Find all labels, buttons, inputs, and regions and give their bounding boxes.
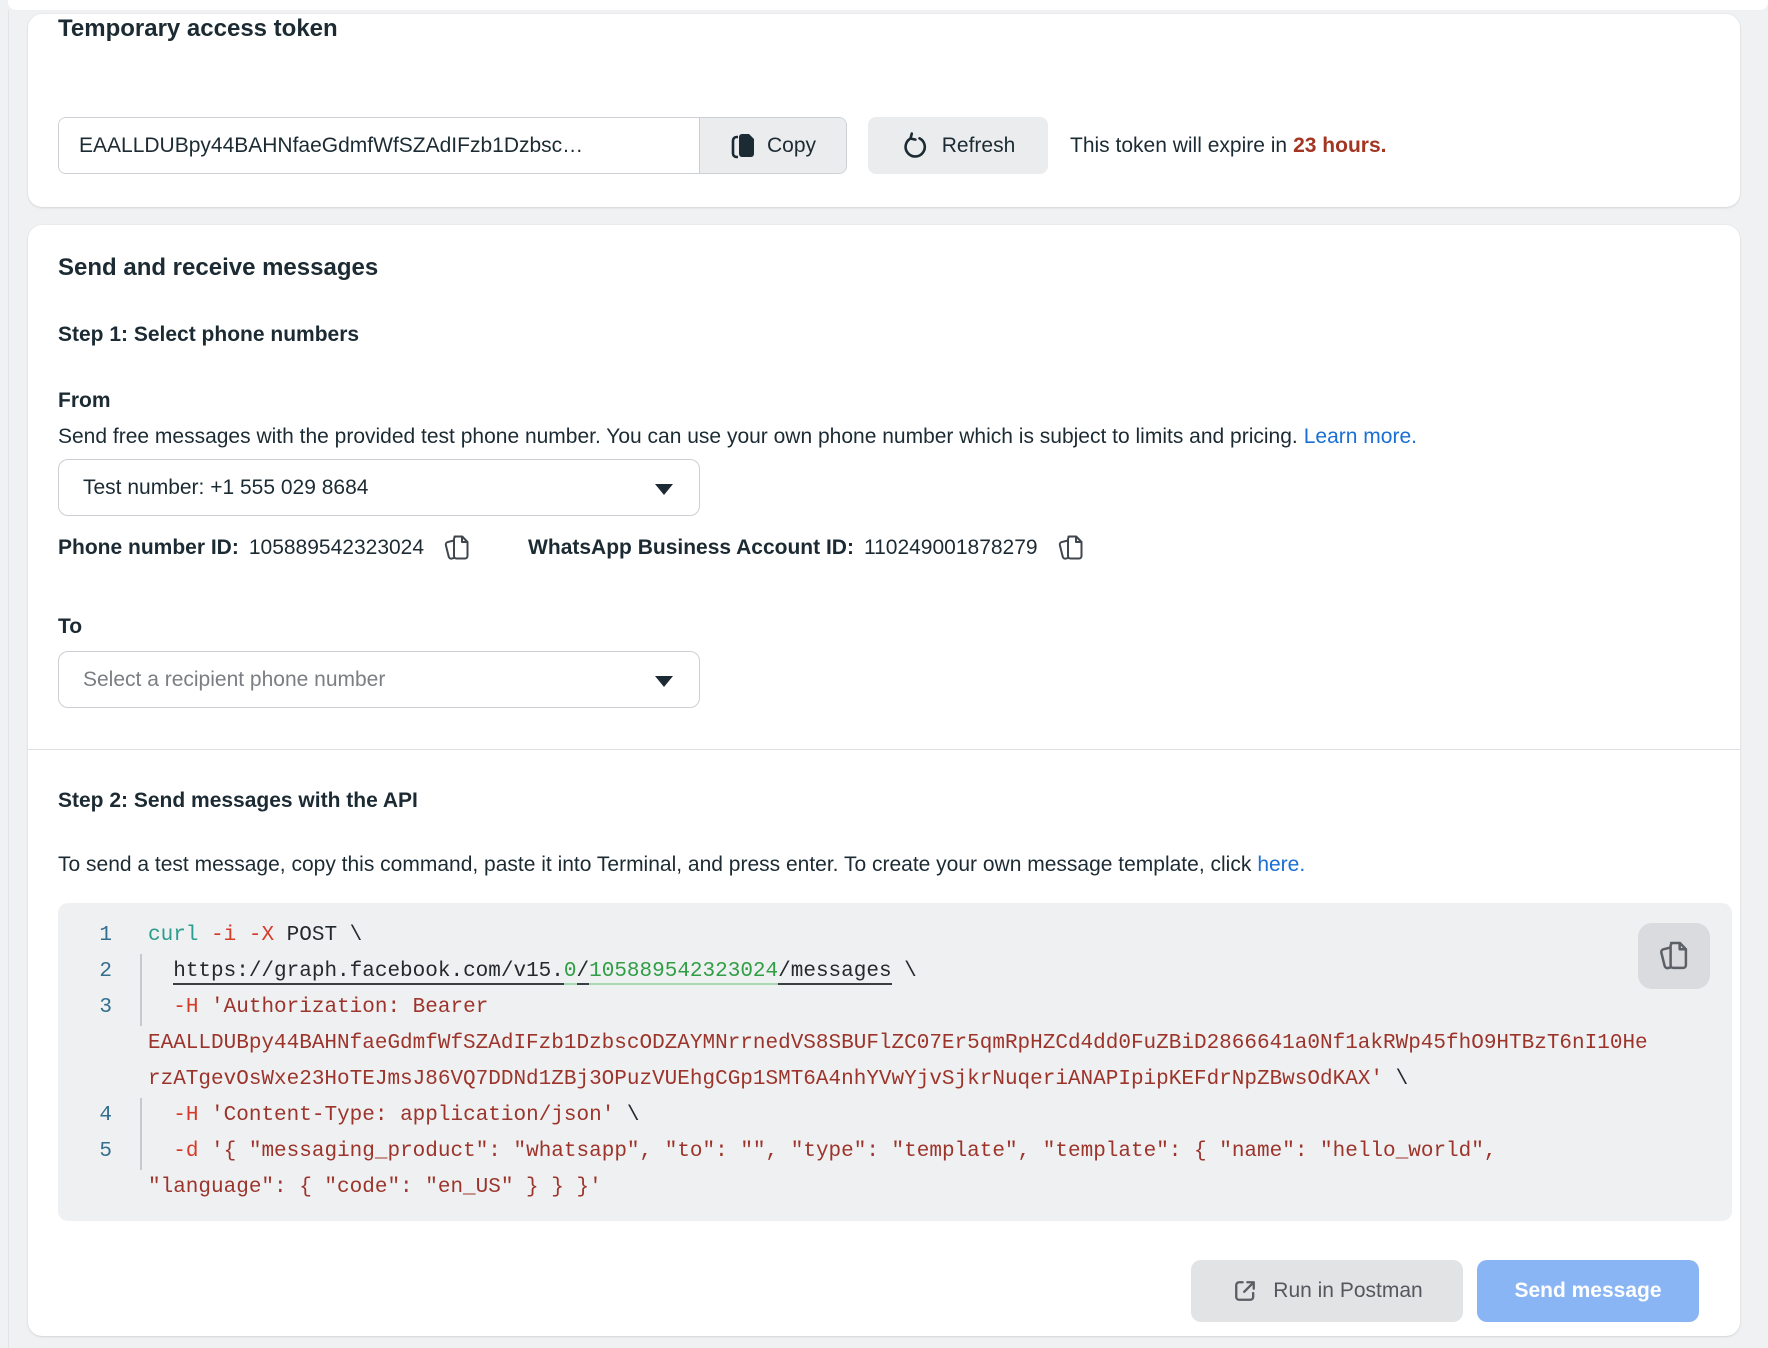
to-label: To xyxy=(58,613,82,641)
token-expiry-value: 23 hours. xyxy=(1293,134,1386,157)
copy-token-button[interactable]: Copy xyxy=(699,118,846,173)
refresh-button-label: Refresh xyxy=(942,134,1016,158)
step1-heading: Step 1: Select phone numbers xyxy=(58,321,359,349)
access-token-field[interactable]: EAALLDUBpy44BAHNfaeGdmfWfSZAdIFzb1Dzbsc… xyxy=(59,118,699,173)
waba-id-value: 110249001878279 xyxy=(864,536,1038,560)
copy-button-label: Copy xyxy=(767,134,816,158)
previous-card-edge xyxy=(8,0,1768,10)
phone-number-id-value: 105889542323024 xyxy=(249,536,424,560)
external-link-icon xyxy=(1231,1277,1259,1305)
token-input-group: EAALLDUBpy44BAHNfaeGdmfWfSZAdIFzb1Dzbsc…… xyxy=(58,117,847,174)
code-line: 4 -H 'Content-Type: application/json' \ xyxy=(58,1098,1732,1134)
phone-number-id-label: Phone number ID: xyxy=(58,536,239,560)
messages-card-title: Send and receive messages xyxy=(58,253,378,283)
copy-phone-number-id-button[interactable] xyxy=(442,533,472,563)
refresh-icon xyxy=(901,132,929,160)
chevron-down-icon xyxy=(655,484,673,495)
from-number-dropdown[interactable]: Test number: +1 555 029 8684 xyxy=(58,459,700,516)
from-label: From xyxy=(58,387,111,415)
here-link[interactable]: here. xyxy=(1257,853,1305,876)
token-card-title: Temporary access token xyxy=(58,14,338,44)
code-line: 3 -H 'Authorization: Bearer xyxy=(58,990,1732,1026)
phone-ids-row: Phone number ID: 105889542323024 WhatsAp… xyxy=(58,531,1086,565)
waba-id-label: WhatsApp Business Account ID: xyxy=(528,536,854,560)
copy-icon xyxy=(1657,939,1691,973)
code-line: rzATgevOsWxe23HoTEJmsJ86VQ7DDNd1ZBj3OPuz… xyxy=(58,1062,1732,1098)
to-number-dropdown[interactable]: Select a recipient phone number xyxy=(58,651,700,708)
step2-heading: Step 2: Send messages with the API xyxy=(58,787,418,815)
refresh-token-button[interactable]: Refresh xyxy=(868,117,1048,174)
step2-description: To send a test message, copy this comman… xyxy=(58,851,1305,879)
copy-icon xyxy=(730,132,756,160)
code-line: "language": { "code": "en_US" } } }' xyxy=(58,1170,1732,1206)
code-lines: 1curl -i -X POST \2 https://graph.facebo… xyxy=(58,918,1732,1206)
run-in-postman-label: Run in Postman xyxy=(1273,1279,1422,1303)
curl-command-code-block: 1curl -i -X POST \2 https://graph.facebo… xyxy=(58,903,1732,1221)
from-description: Send free messages with the provided tes… xyxy=(58,423,1417,451)
copy-code-button[interactable] xyxy=(1638,923,1710,989)
send-message-button[interactable]: Send message xyxy=(1477,1260,1699,1322)
code-line: 2 https://graph.facebook.com/v15.0/10588… xyxy=(58,954,1732,990)
copy-waba-id-button[interactable] xyxy=(1056,533,1086,563)
run-in-postman-button[interactable]: Run in Postman xyxy=(1191,1260,1463,1322)
token-expiry-text: This token will expire in23 hours. xyxy=(1070,117,1386,174)
page-left-edge xyxy=(8,10,9,1348)
learn-more-link[interactable]: Learn more. xyxy=(1304,425,1417,448)
send-message-label: Send message xyxy=(1514,1279,1661,1303)
code-line: EAALLDUBpy44BAHNfaeGdmfWfSZAdIFzb1DzbscO… xyxy=(58,1026,1732,1062)
chevron-down-icon xyxy=(655,676,673,687)
code-line: 5 -d '{ "messaging_product": "whatsapp",… xyxy=(58,1134,1732,1170)
temporary-access-token-card: Temporary access token EAALLDUBpy44BAHNf… xyxy=(28,14,1740,207)
from-number-selected-value: Test number: +1 555 029 8684 xyxy=(83,476,368,499)
to-number-placeholder: Select a recipient phone number xyxy=(83,668,385,691)
section-divider xyxy=(28,749,1740,750)
code-line: 1curl -i -X POST \ xyxy=(58,918,1732,954)
send-receive-messages-card: Send and receive messages Step 1: Select… xyxy=(28,225,1740,1336)
